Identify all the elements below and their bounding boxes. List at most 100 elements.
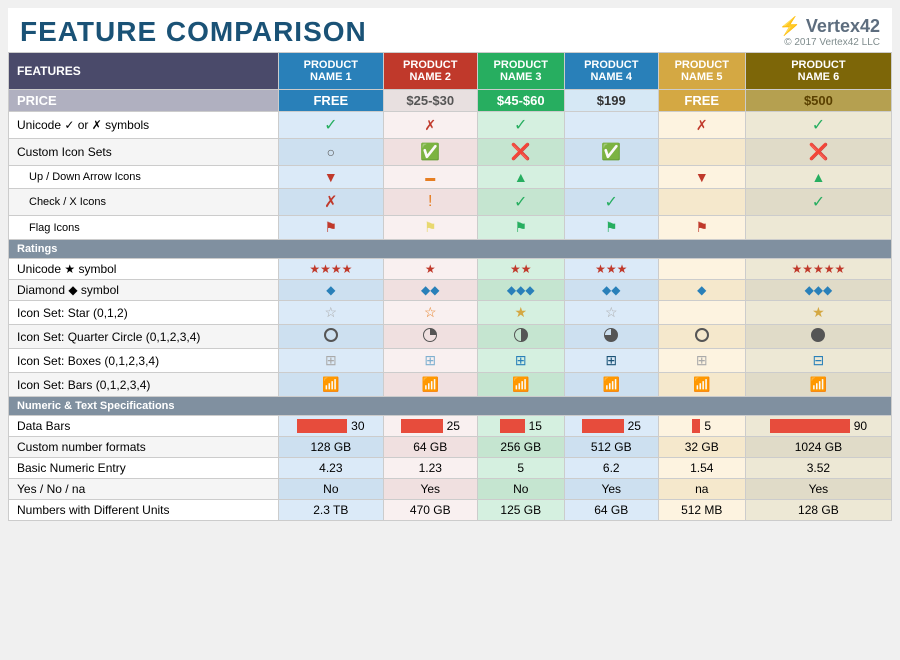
down-arrow-icon: ▼: [695, 169, 709, 185]
di-p3: ◆◆◆: [477, 280, 564, 301]
bx-p3: ⊞: [477, 349, 564, 373]
ud-p2: ▬: [383, 166, 477, 189]
bx-p1: ⊞: [278, 349, 383, 373]
updown-row: Up / Down Arrow Icons ▼ ▬ ▲ ▼ ▲: [9, 166, 892, 189]
bar-icon: [401, 419, 443, 433]
numeric-label: Numeric & Text Specifications: [9, 397, 892, 416]
bar-cell-1: 30: [283, 419, 379, 433]
cn-p6: 1024 GB: [745, 437, 891, 458]
check-circle-icon: ✅: [420, 144, 440, 161]
du-p5: 512 MB: [658, 500, 745, 521]
diamond-row: Diamond ◆ symbol ◆ ◆◆ ◆◆◆ ◆◆ ◆ ◆◆◆: [9, 280, 892, 301]
logo-text: ⚡ Vertex42: [778, 16, 880, 37]
product2-header: PRODUCTNAME 2: [383, 53, 477, 90]
bar-value: 5: [704, 419, 711, 433]
uc-p3: ✓: [477, 112, 564, 139]
price-p2: $25-$30: [383, 90, 477, 112]
diamond-icon: ◆: [326, 283, 335, 297]
us-p4: ★★★: [564, 259, 658, 280]
bn-p2: 1.23: [383, 458, 477, 479]
custom-num-label: Custom number formats: [9, 437, 279, 458]
is-p3: ★: [477, 301, 564, 325]
qc-p3: [477, 325, 564, 349]
custom-icon-row: Custom Icon Sets ○ ✅ ❌ ✅ ❌: [9, 139, 892, 166]
uc-p6: ✓: [745, 112, 891, 139]
circle-empty-icon: [324, 328, 338, 342]
product3-header: PRODUCTNAME 3: [477, 53, 564, 90]
bars-2-icon: 📶: [512, 376, 529, 392]
check-icon: ✓: [605, 194, 618, 211]
us-p6: ★★★★★: [745, 259, 891, 280]
unicode-label: Unicode ✓ or ✗ symbols: [9, 112, 279, 139]
bar-cell-6: 90: [750, 419, 887, 433]
star-half-icon: ☆: [424, 304, 437, 320]
comparison-table: FEATURES PRODUCTNAME 1 PRODUCTNAME 2 PRO…: [8, 52, 892, 521]
fl-p6: [745, 216, 891, 240]
product5-header: PRODUCTNAME 5: [658, 53, 745, 90]
qc-p2: [383, 325, 477, 349]
bar-value: 15: [529, 419, 542, 433]
du-p6: 128 GB: [745, 500, 891, 521]
bars-row: Icon Set: Bars (0,1,2,3,4) 📶 📶 📶 📶 📶 📶: [9, 373, 892, 397]
flag-label: Flag Icons: [9, 216, 279, 240]
bar-icon: [500, 419, 525, 433]
br-p3: 📶: [477, 373, 564, 397]
bx-p2: ⊞: [383, 349, 477, 373]
check-circle-icon: ✅: [601, 144, 621, 161]
cross-icon: ✗: [696, 117, 708, 133]
column-headers: FEATURES PRODUCTNAME 1 PRODUCTNAME 2 PRO…: [9, 53, 892, 90]
br-p1: 📶: [278, 373, 383, 397]
db-p2: 25: [383, 416, 477, 437]
price-label: PRICE: [9, 90, 279, 112]
bar-icon: [692, 419, 700, 433]
ci-p3: ❌: [477, 139, 564, 166]
us-p3: ★★: [477, 259, 564, 280]
unicode-star-label: Unicode ★ symbol: [9, 259, 279, 280]
br-p2: 📶: [383, 373, 477, 397]
is-p2: ☆: [383, 301, 477, 325]
br-p5: 📶: [658, 373, 745, 397]
features-header: FEATURES: [9, 53, 279, 90]
checkx-label: Check / X Icons: [9, 189, 279, 216]
yn-p3: No: [477, 479, 564, 500]
db-p5: 5: [658, 416, 745, 437]
db-p6: 90: [745, 416, 891, 437]
price-p3: $45-$60: [477, 90, 564, 112]
db-p4: 25: [564, 416, 658, 437]
full-circle-icon: [811, 328, 825, 342]
product1-header: PRODUCTNAME 1: [278, 53, 383, 90]
check-icon: ✓: [514, 117, 527, 134]
page-header: FEATURE COMPARISON ⚡ Vertex42 © 2017 Ver…: [8, 8, 892, 52]
bn-p3: 5: [477, 458, 564, 479]
yn-p4: Yes: [564, 479, 658, 500]
cx-p1: ✗: [278, 189, 383, 216]
diamonds-icon: ◆◆◆: [507, 283, 535, 297]
half-circle-icon: [514, 328, 528, 342]
flag-icon: ⚑: [605, 219, 618, 235]
ratings-label: Ratings: [9, 240, 892, 259]
stars-icon: ★★★★★: [792, 262, 846, 276]
price-p6: $500: [745, 90, 891, 112]
di-p6: ◆◆◆: [745, 280, 891, 301]
icon-star-label: Icon Set: Star (0,1,2): [9, 301, 279, 325]
updown-label: Up / Down Arrow Icons: [9, 166, 279, 189]
cn-p2: 64 GB: [383, 437, 477, 458]
circle-empty-icon: ○: [327, 144, 335, 160]
cx-p4: ✓: [564, 189, 658, 216]
yn-p1: No: [278, 479, 383, 500]
basic-num-row: Basic Numeric Entry 4.23 1.23 5 6.2 1.54…: [9, 458, 892, 479]
stars-icon: ★: [425, 262, 436, 276]
up-arrow-icon: ▲: [514, 169, 528, 185]
unicode-star-row: Unicode ★ symbol ★★★★ ★ ★★ ★★★ ★★★★★: [9, 259, 892, 280]
stars-icon: ★★★★: [309, 262, 352, 276]
bn-p1: 4.23: [278, 458, 383, 479]
price-row: PRICE FREE $25-$30 $45-$60 $199 FREE $50…: [9, 90, 892, 112]
checkx-row: Check / X Icons ✗ ! ✓ ✓ ✓: [9, 189, 892, 216]
cn-p5: 32 GB: [658, 437, 745, 458]
yes-no-label: Yes / No / na: [9, 479, 279, 500]
du-p2: 470 GB: [383, 500, 477, 521]
qc-p6: [745, 325, 891, 349]
us-p2: ★: [383, 259, 477, 280]
product6-header: PRODUCTNAME 6: [745, 53, 891, 90]
star-empty-icon: ☆: [605, 304, 618, 320]
